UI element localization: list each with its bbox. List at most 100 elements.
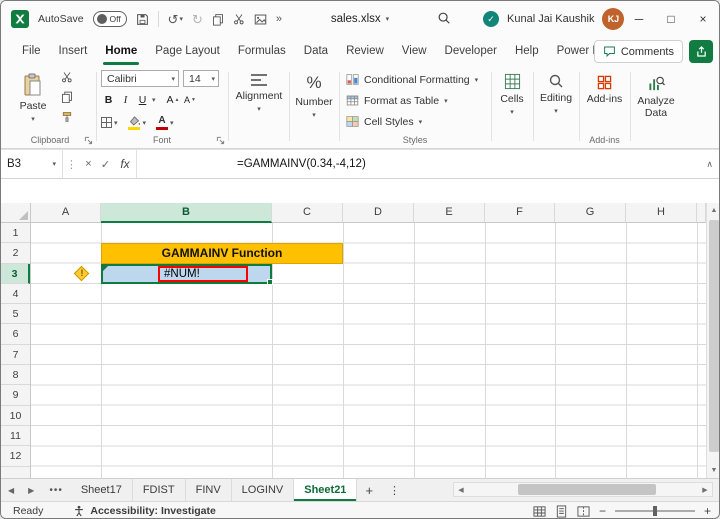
row-header-10[interactable]: 10 <box>1 406 30 426</box>
format-painter-button[interactable] <box>61 111 73 123</box>
cell-styles-button[interactable]: Cell Styles ▾ <box>340 111 490 132</box>
tab-developer[interactable]: Developer <box>436 37 506 65</box>
tab-home[interactable]: Home <box>96 37 146 65</box>
row-header-6[interactable]: 6 <box>1 324 30 345</box>
italic-button[interactable]: I <box>118 92 133 108</box>
tab-view[interactable]: View <box>393 37 436 65</box>
cells-button[interactable]: Cells ▾ <box>492 65 532 148</box>
font-family-combo[interactable]: Calibri ▾ <box>101 70 179 87</box>
font-dialog-launcher-icon[interactable] <box>216 136 225 145</box>
column-header-f[interactable]: F <box>485 203 555 223</box>
enter-button[interactable]: ✓ <box>97 158 114 171</box>
undo-button[interactable]: ↺ ▾ <box>168 13 183 26</box>
zoom-out-button[interactable]: − <box>599 504 606 518</box>
zoom-slider-thumb[interactable] <box>652 506 657 516</box>
underline-button[interactable]: U <box>135 92 150 108</box>
more-sheets-icon[interactable]: ••• <box>41 479 71 501</box>
new-sheet-button[interactable]: + <box>357 479 381 501</box>
normal-view-icon[interactable] <box>533 505 546 518</box>
previous-sheet-icon[interactable]: ◀ <box>1 479 21 501</box>
column-header-h[interactable]: H <box>626 203 697 223</box>
row-header-8[interactable]: 8 <box>1 365 30 386</box>
bold-button[interactable]: B <box>101 92 116 108</box>
tab-insert[interactable]: Insert <box>50 37 97 65</box>
analyze-data-button[interactable]: Analyze Data <box>631 65 681 148</box>
name-box[interactable]: B3 ▾ <box>1 150 63 178</box>
row-header-1[interactable]: 1 <box>1 223 30 244</box>
row-header-12[interactable]: 12 <box>1 446 30 467</box>
scroll-up-icon[interactable]: ▲ <box>707 203 719 218</box>
sheet-tab-loginv[interactable]: LOGINV <box>232 479 295 501</box>
tab-file[interactable]: File <box>13 37 50 65</box>
column-header-g[interactable]: G <box>555 203 626 223</box>
document-title[interactable]: sales.xlsx ▾ <box>331 1 389 37</box>
cells-area[interactable]: GAMMAINV Function #NUM! ! <box>31 223 706 478</box>
insert-function-button[interactable]: fx <box>114 157 136 171</box>
page-layout-view-icon[interactable] <box>555 504 568 518</box>
clipboard-dialog-launcher-icon[interactable] <box>84 136 93 145</box>
copy-button[interactable] <box>61 91 73 103</box>
row-header-2[interactable]: 2 <box>1 243 30 264</box>
page-break-view-icon[interactable] <box>577 505 590 518</box>
vertical-scrollbar[interactable]: ▲ ▼ <box>706 203 719 478</box>
tab-formulas[interactable]: Formulas <box>229 37 295 65</box>
row-header-3[interactable]: 3 <box>1 263 30 284</box>
sheet-tab-fdist[interactable]: FDIST <box>133 479 186 501</box>
copy-button[interactable] <box>212 13 224 26</box>
minimize-button[interactable]: ─ <box>623 1 655 37</box>
close-button[interactable]: × <box>687 1 719 37</box>
banner-cell-b2[interactable]: GAMMAINV Function <box>101 243 343 264</box>
search-icon[interactable] <box>437 11 451 25</box>
font-color-button[interactable]: A ▾ <box>156 115 174 130</box>
select-all-corner[interactable] <box>1 203 31 223</box>
avatar[interactable]: KJ <box>602 8 625 30</box>
cut-button[interactable] <box>233 13 245 25</box>
font-size-combo[interactable]: 14 ▾ <box>183 70 219 87</box>
sheet-options-icon[interactable]: ⋮ <box>381 479 408 501</box>
increase-font-button[interactable]: A ▲ <box>166 92 181 108</box>
maximize-button[interactable]: □ <box>655 1 687 37</box>
row-header-9[interactable]: 9 <box>1 385 30 406</box>
horizontal-scrollbar[interactable]: ◀ ▶ <box>453 482 713 497</box>
collapse-formula-bar-icon[interactable]: ∧ <box>706 159 713 170</box>
accessibility-status[interactable]: Accessibility: Investigate <box>73 505 216 517</box>
column-header-e[interactable]: E <box>414 203 485 223</box>
row-header-4[interactable]: 4 <box>1 284 30 305</box>
tab-review[interactable]: Review <box>337 37 393 65</box>
column-header-partial[interactable] <box>697 203 706 223</box>
scroll-right-icon[interactable]: ▶ <box>698 486 712 494</box>
share-button[interactable] <box>689 40 713 63</box>
cut-button[interactable] <box>61 71 73 83</box>
fill-color-button[interactable]: ▾ <box>127 115 146 130</box>
column-header-b[interactable]: B <box>101 203 272 223</box>
picture-button[interactable] <box>254 13 267 26</box>
comments-button[interactable]: Comments <box>593 40 683 63</box>
conditional-formatting-button[interactable]: Conditional Formatting ▾ <box>340 69 490 90</box>
column-header-d[interactable]: D <box>343 203 414 223</box>
decrease-font-button[interactable]: A ▼ <box>183 92 198 108</box>
row-header-7[interactable]: 7 <box>1 345 30 366</box>
autosave-toggle[interactable]: Off <box>92 11 127 27</box>
scroll-down-icon[interactable]: ▼ <box>707 463 719 478</box>
user-name[interactable]: Kunal Jai Kaushik <box>507 13 594 25</box>
formula-input[interactable]: =GAMMAINV(0.34,-4,12) <box>237 158 366 170</box>
error-options-button[interactable]: ! <box>73 265 90 282</box>
formula-bar-handle[interactable]: ⋮ <box>63 158 80 171</box>
row-header-11[interactable]: 11 <box>1 426 30 447</box>
row-header-5[interactable]: 5 <box>1 304 30 325</box>
sheet-tab-sheet17[interactable]: Sheet17 <box>71 479 133 501</box>
editing-button[interactable]: Editing ▾ <box>534 65 578 148</box>
vertical-scrollbar-thumb[interactable] <box>709 220 719 452</box>
zoom-slider[interactable] <box>614 506 695 516</box>
tab-page-layout[interactable]: Page Layout <box>146 37 229 65</box>
borders-button[interactable]: ▾ <box>101 117 118 128</box>
next-sheet-icon[interactable]: ▶ <box>21 479 41 501</box>
redo-button[interactable]: ↻ <box>192 13 203 26</box>
format-as-table-button[interactable]: Format as Table ▾ <box>340 90 490 111</box>
tab-data[interactable]: Data <box>295 37 337 65</box>
save-button[interactable] <box>136 13 149 26</box>
column-header-a[interactable]: A <box>31 203 101 223</box>
scroll-left-icon[interactable]: ◀ <box>454 486 468 494</box>
zoom-in-button[interactable]: + <box>704 504 711 518</box>
sheet-tab-sheet21[interactable]: Sheet21 <box>294 479 358 501</box>
